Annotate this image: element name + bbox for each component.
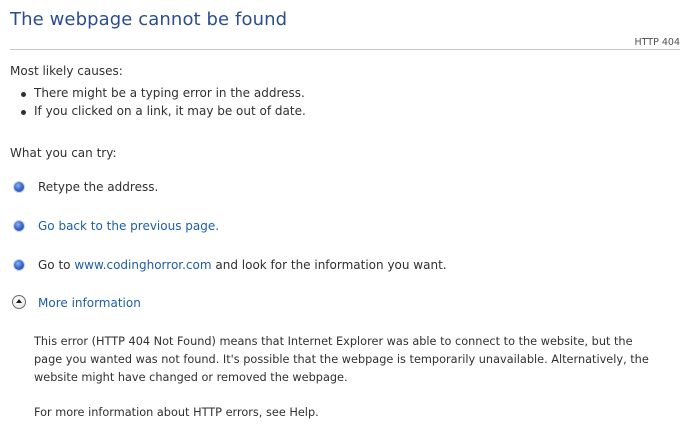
detail-line: website might have changed or removed th…	[34, 371, 348, 384]
goto-prefix: Go to	[38, 258, 75, 272]
title-divider	[10, 49, 680, 50]
blue-dot-icon	[14, 221, 24, 231]
help-text: For more information about HTTP errors, …	[34, 406, 319, 419]
cause-item: If you clicked on a link, it may be out …	[21, 104, 306, 118]
cause-item: There might be a typing error in the add…	[21, 86, 305, 100]
try-heading: What you can try:	[10, 146, 117, 160]
site-home-link[interactable]: www.codinghorror.com	[74, 258, 211, 272]
try-goto-text: Go to www.codinghorror.com and look for …	[38, 256, 447, 274]
causes-heading: Most likely causes:	[10, 64, 123, 78]
try-retype-text: Retype the address.	[38, 180, 159, 194]
goto-suffix: and look for the information you want.	[211, 258, 447, 272]
http-code-label: HTTP 404	[634, 37, 680, 48]
detail-line: page you wanted was not found. It's poss…	[34, 353, 649, 366]
error-page: The webpage cannot be found HTTP 404 Mos…	[0, 0, 690, 429]
chevron-up-circle-icon[interactable]	[12, 295, 26, 309]
blue-dot-icon	[14, 260, 24, 270]
go-back-link[interactable]: Go back to the previous page.	[38, 219, 219, 233]
page-title: The webpage cannot be found	[10, 9, 288, 30]
more-information-link[interactable]: More information	[38, 294, 141, 312]
blue-dot-icon	[14, 182, 24, 192]
detail-line: This error (HTTP 404 Not Found) means th…	[34, 335, 633, 348]
